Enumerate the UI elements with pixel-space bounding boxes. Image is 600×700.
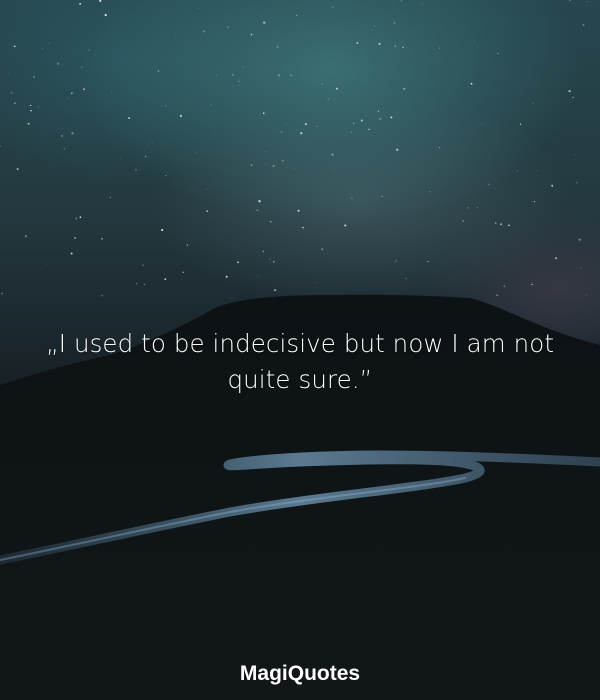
quote-card: „I used to be indecisive but now I am no… [0, 0, 600, 700]
quote-text: „I used to be indecisive but now I am no… [45, 329, 555, 394]
brand-logo: MagiQuotes [239, 662, 361, 685]
